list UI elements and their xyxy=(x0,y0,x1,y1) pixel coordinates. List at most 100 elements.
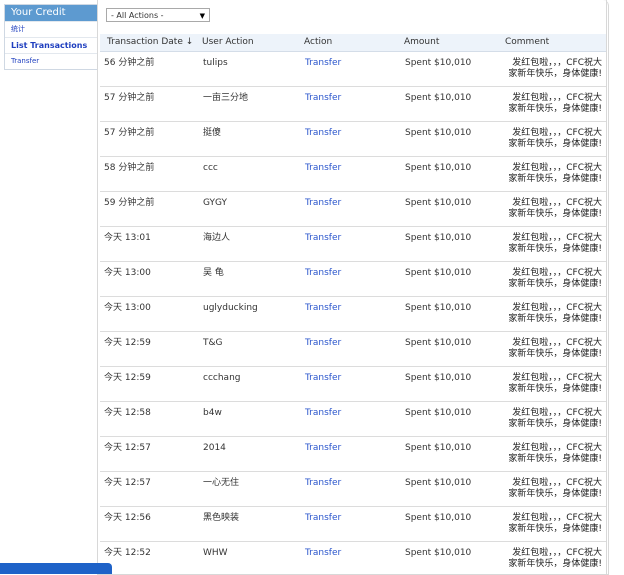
transactions-table: Transaction Date ↓ User Action Action Am… xyxy=(100,34,606,575)
header-action[interactable]: Action xyxy=(304,34,404,52)
user-action: WHW xyxy=(202,542,304,575)
transfer-link[interactable]: Transfer xyxy=(305,233,341,243)
table-row: 57 分钟之前挺傻TransferSpent $10,010发红包啦，，，CFC… xyxy=(100,122,606,157)
amount: Spent $10,010 xyxy=(404,507,505,542)
transaction-date: 59 分钟之前 xyxy=(100,192,202,227)
transfer-link[interactable]: Transfer xyxy=(305,128,341,138)
user-action: 吴 龟 xyxy=(202,262,304,297)
user-action: 一亩三分地 xyxy=(202,87,304,122)
sidebar-item-list-transactions[interactable]: List Transactions xyxy=(5,37,97,53)
comment-line-2: 家新年快乐，身体健康! xyxy=(506,104,602,115)
comment-line-2: 家新年快乐，身体健康! xyxy=(506,559,602,570)
header-user-action[interactable]: User Action xyxy=(202,34,304,52)
comment-line-1: 发红包啦，，，CFC祝大 xyxy=(506,163,602,174)
amount: Spent $10,010 xyxy=(404,367,505,402)
transfer-link[interactable]: Transfer xyxy=(305,513,341,523)
transfer-link[interactable]: Transfer xyxy=(305,408,341,418)
transfer-link[interactable]: Transfer xyxy=(305,163,341,173)
transfer-link[interactable]: Transfer xyxy=(305,373,341,383)
action-cell: Transfer xyxy=(304,192,404,227)
sidebar: Your Credit 统计 List Transactions Transfe… xyxy=(4,4,98,70)
comment-line-2: 家新年快乐，身体健康! xyxy=(506,419,602,430)
action-cell: Transfer xyxy=(304,122,404,157)
action-cell: Transfer xyxy=(304,227,404,262)
user-action: tulips xyxy=(202,52,304,87)
table-row: 今天 13:00吴 龟TransferSpent $10,010发红包啦，，，C… xyxy=(100,262,606,297)
sidebar-item-stats[interactable]: 统计 xyxy=(5,21,97,37)
table-row: 59 分钟之前GYGYTransfer Spent $10,010发红包啦，，，C… xyxy=(100,192,606,227)
comment-line-2: 家新年快乐，身体健康! xyxy=(506,174,602,185)
comment: 发红包啦，，，CFC祝大家新年快乐，身体健康! xyxy=(505,542,606,575)
amount: Spent $10,010 xyxy=(404,472,505,507)
transaction-date: 今天 12:52 xyxy=(100,542,202,575)
comment-line-2: 家新年快乐，身体健康! xyxy=(506,139,602,150)
table-header-row: Transaction Date ↓ User Action Action Am… xyxy=(100,34,606,52)
comment-line-1: 发红包啦，，，CFC祝大 xyxy=(506,548,602,559)
table-row: 今天 13:00uglyduckingTransferSpent $10,010… xyxy=(100,297,606,332)
amount: Spent $10,010 xyxy=(404,192,505,227)
transaction-date: 今天 13:00 xyxy=(100,297,202,332)
action-cell: Transfer xyxy=(304,52,404,87)
comment: 发红包啦，，，CFC祝大家新年快乐，身体健康! xyxy=(505,227,606,262)
amount: Spent $10,010 xyxy=(404,542,505,575)
action-cell: Transfer xyxy=(304,367,404,402)
comment: 发红包啦，，，CFC祝大家新年快乐，身体健康! xyxy=(505,192,606,227)
comment-line-2: 家新年快乐，身体健康! xyxy=(506,314,602,325)
transfer-link[interactable]: Transfer xyxy=(305,198,341,208)
transaction-date: 57 分钟之前 xyxy=(100,87,202,122)
transfer-link[interactable]: Transfer xyxy=(305,478,341,488)
user-action: 一心无住 xyxy=(202,472,304,507)
table-row: 56 分钟之前tulipsTransferSpent $10,010发红包啦，，… xyxy=(100,52,606,87)
action-cell: Transfer xyxy=(304,437,404,472)
action-cell: Transfer xyxy=(304,297,404,332)
comment: 发红包啦，，，CFC祝大家新年快乐，身体健康! xyxy=(505,262,606,297)
comment-line-2: 家新年快乐，身体健康! xyxy=(506,454,602,465)
comment-line-1: 发红包啦，，，CFC祝大 xyxy=(506,443,602,454)
transaction-date: 今天 12:59 xyxy=(100,332,202,367)
comment-line-1: 发红包啦，，，CFC祝大 xyxy=(506,408,602,419)
amount: Spent $10,010 xyxy=(404,122,505,157)
header-amount[interactable]: Amount xyxy=(404,34,505,52)
amount: Spent $10,010 xyxy=(404,437,505,472)
main-panel: - All Actions - ▼ Transaction Date ↓ Use… xyxy=(97,0,609,575)
comment: 发红包啦，，，CFC祝大家新年快乐，身体健康! xyxy=(505,437,606,472)
comment: 发红包啦，，，CFC祝大家新年快乐，身体健康! xyxy=(505,157,606,192)
transfer-link[interactable]: Transfer xyxy=(305,338,341,348)
user-action: b4w xyxy=(202,402,304,437)
table-row: 今天 12:58b4wTransferSpent $10,010发红包啦，，，C… xyxy=(100,402,606,437)
transaction-date: 今天 13:00 xyxy=(100,262,202,297)
table-row: 今天 12:57一心无住Transfer Spent $10,010发红包啦，，，… xyxy=(100,472,606,507)
amount: Spent $10,010 xyxy=(404,332,505,367)
comment-line-2: 家新年快乐，身体健康! xyxy=(506,209,602,220)
action-filter-select[interactable]: - All Actions - ▼ xyxy=(106,8,210,22)
action-cell: Transfer xyxy=(304,87,404,122)
comment: 发红包啦，，，CFC祝大家新年快乐，身体健康! xyxy=(505,297,606,332)
transfer-link[interactable]: Transfer xyxy=(305,303,341,313)
sidebar-title: Your Credit xyxy=(5,5,97,21)
table-row: 今天 12:59T&GTransferSpent $10,010发红包啦，，，C… xyxy=(100,332,606,367)
transfer-link[interactable]: Transfer xyxy=(305,548,341,558)
comment-line-2: 家新年快乐，身体健康! xyxy=(506,244,602,255)
user-action: ccc xyxy=(202,157,304,192)
comment-line-1: 发红包啦，，，CFC祝大 xyxy=(506,478,602,489)
comment-line-1: 发红包啦，，，CFC祝大 xyxy=(506,338,602,349)
comment-line-2: 家新年快乐，身体健康! xyxy=(506,349,602,360)
header-comment[interactable]: Comment xyxy=(505,34,606,52)
transaction-date: 58 分钟之前 xyxy=(100,157,202,192)
comment-line-1: 发红包啦，，，CFC祝大 xyxy=(506,373,602,384)
transaction-date: 今天 13:01 xyxy=(100,227,202,262)
header-transaction-date[interactable]: Transaction Date ↓ xyxy=(100,34,202,52)
user-action: 黑色映装 xyxy=(202,507,304,542)
action-cell: Transfer xyxy=(304,157,404,192)
transfer-link[interactable]: Transfer xyxy=(305,58,341,68)
comment-line-1: 发红包啦，，，CFC祝大 xyxy=(506,513,602,524)
comment-line-2: 家新年快乐，身体健康! xyxy=(506,489,602,500)
action-cell: Transfer xyxy=(304,332,404,367)
transaction-date: 今天 12:57 xyxy=(100,472,202,507)
transfer-link[interactable]: Transfer xyxy=(305,268,341,278)
user-action: GYGY xyxy=(202,192,304,227)
transfer-link[interactable]: Transfer xyxy=(305,443,341,453)
sidebar-item-transfer[interactable]: Transfer xyxy=(5,53,97,69)
comment-line-2: 家新年快乐，身体健康! xyxy=(506,384,602,395)
transfer-link[interactable]: Transfer xyxy=(305,93,341,103)
